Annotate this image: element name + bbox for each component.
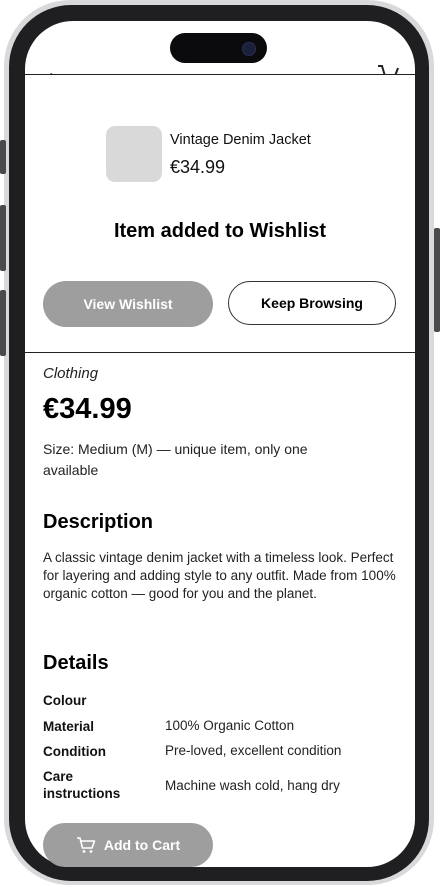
detail-value: Pre-loved, excellent condition: [165, 743, 342, 758]
product-price: €34.99: [43, 393, 132, 425]
modal-product-name: Vintage Denim Jacket: [170, 132, 311, 148]
detail-value: 100% Organic Cotton: [165, 718, 295, 733]
detail-value: Machine wash cold, hang dry: [165, 778, 340, 793]
size-note: Size: Medium (M) — unique item, only one…: [43, 441, 308, 478]
description-heading: Description: [43, 511, 154, 533]
details-heading: Details: [43, 652, 109, 674]
side-button-volume-down: [0, 290, 6, 356]
detail-label: Condition: [43, 744, 106, 759]
modal-product-price: €34.99: [170, 157, 226, 177]
front-camera: [242, 42, 256, 56]
sheet-bottom-border: [25, 352, 415, 353]
add-to-cart-button[interactable]: Add to Cart: [43, 823, 213, 867]
product-category: Clothing: [43, 365, 99, 382]
view-wishlist-button[interactable]: View Wishlist: [43, 281, 213, 327]
product-thumbnail: [106, 126, 162, 182]
detail-label: Material: [43, 719, 95, 734]
side-button-mute: [0, 140, 6, 174]
side-button-power: [434, 228, 440, 332]
keep-browsing-button[interactable]: Keep Browsing: [228, 281, 396, 325]
detail-label: Colour: [43, 693, 87, 708]
detail-label: Care instructions: [43, 769, 121, 801]
add-to-cart-label: Add to Cart: [103, 837, 181, 853]
cart-icon: [76, 837, 96, 853]
description-text: A classic vintage denim jacket with a ti…: [43, 550, 396, 601]
wishlist-added-message: Item added to Wishlist: [113, 220, 327, 242]
